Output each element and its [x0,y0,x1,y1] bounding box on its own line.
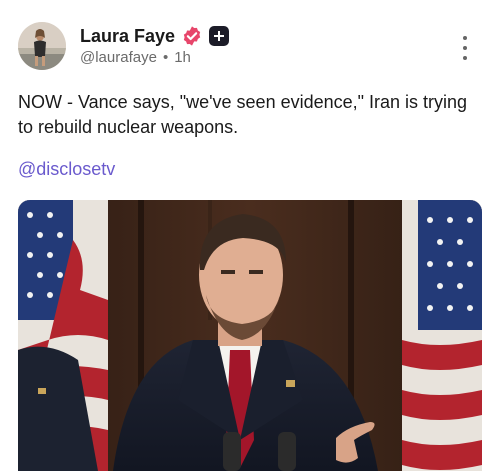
author-meta: @laurafaye • 1h [80,49,191,66]
post-media-image[interactable] [18,200,482,471]
author-row: Laura Faye [80,24,230,48]
mention-link[interactable]: @disclosetv [18,159,115,180]
more-options-icon[interactable] [457,36,473,60]
post-card: Laura Faye @laurafaye • 1h NOW - Vance s… [0,0,500,471]
avatar[interactable] [18,22,66,70]
plus-badge-icon [209,26,230,46]
verified-badge-icon [183,26,201,46]
meta-separator: • [162,49,169,66]
post-timestamp: 1h [174,49,191,66]
author-name[interactable]: Laura Faye [80,26,175,47]
avatar-image [18,22,66,70]
media-image [18,200,482,471]
author-handle[interactable]: @laurafaye [80,49,157,66]
post-text: NOW - Vance says, "we've seen evidence,"… [18,92,468,137]
